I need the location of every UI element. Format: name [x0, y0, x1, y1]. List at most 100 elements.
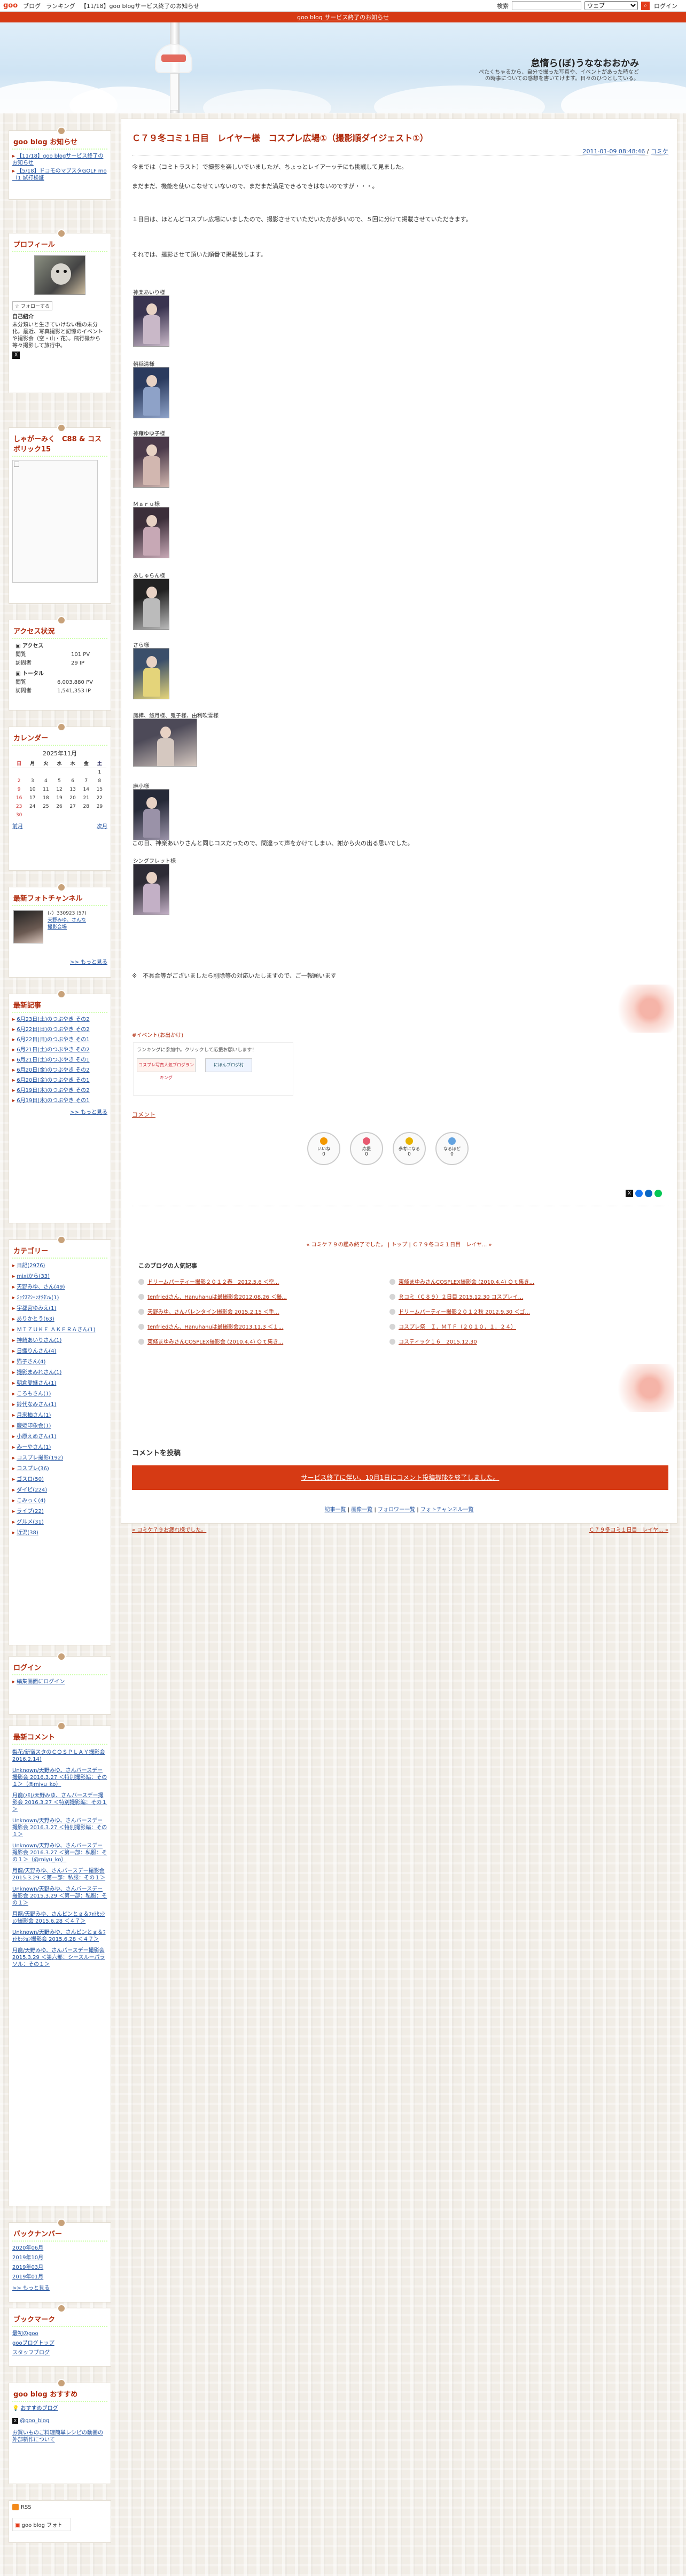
news-item-1[interactable]: 【11/18】goo blogサービス終了のお知らせ [12, 153, 103, 166]
category-link[interactable]: みーやさん(1) [17, 1445, 51, 1450]
backnumber-link[interactable]: 2019年03月 [12, 2265, 43, 2270]
backnumber-link[interactable]: 2019年10月 [12, 2255, 43, 2261]
category-link[interactable]: ゴスロ(50) [17, 1477, 44, 1482]
category-link[interactable]: 神崎あいりさん(1) [17, 1338, 61, 1344]
popular-article-link[interactable]: tenfriedさん、Hanuhanuは最撮影会2013.11.3 ＜１... [138, 1322, 283, 1330]
cosplay-photo[interactable] [133, 367, 169, 418]
reaction-button[interactable]: 応援 0 [350, 1132, 383, 1165]
backnumber-more-link[interactable]: >> もっと見る [12, 2285, 50, 2291]
photochannel-more-link[interactable]: >> もっと見る [70, 959, 107, 965]
popular-article-link[interactable]: Ｒコミ（Ｃ８９）２日目 2015.12.30 コスプレイ... [389, 1292, 523, 1300]
bookmark-link[interactable]: gooブログトップ [12, 2340, 54, 2346]
recent-comment-link[interactable]: 月龍/天野みゆ、さんバースデー撮影会 2015.3.29 ＜第一部：私服：その１… [12, 1868, 105, 1881]
cosplay-photo[interactable] [133, 579, 169, 630]
goo-logo[interactable]: goo [3, 2, 18, 10]
recent-article-link[interactable]: 6月21日(土)のつぶやき その1 [17, 1057, 89, 1063]
recent-comment-link[interactable]: 月龍/天野みゆ、さんバースデー撮影会 2015.3.29 ＜第六部：シースルーパ… [12, 1948, 105, 1968]
bottom-list-link[interactable]: フォロワー一覧 [378, 1507, 415, 1513]
category-link[interactable]: 猫子さん(4) [17, 1359, 45, 1365]
search-icon[interactable]: ⌕ [641, 1, 650, 10]
popular-article-link[interactable]: ドリームパーティー撮影２０１２秋 2012.9.30 ＜ゴ... [389, 1307, 530, 1315]
reaction-button[interactable]: 参考になる 0 [393, 1132, 426, 1165]
category-link[interactable]: 朝倉愛継さん(1) [17, 1380, 56, 1386]
recent-comment-link[interactable]: Unknown/天野みゆ、さんバースデー撮影会 2016.3.27 ＜第一部：私… [12, 1843, 107, 1863]
recommend-link-1[interactable]: おすすめブログ [21, 2406, 58, 2411]
category-link[interactable]: 慶姫印象会(1) [17, 1423, 51, 1429]
reaction-button[interactable]: いいね 0 [307, 1132, 340, 1165]
recent-comment-link[interactable]: Unknown/天野みゆ、さんバースデー撮影会 2016.3.27 ＜特別撮影編… [12, 1768, 107, 1787]
search-input[interactable] [512, 1, 581, 10]
login-link[interactable]: ログイン [654, 2, 677, 10]
bottom-list-link[interactable]: フォトチャンネル一覧 [420, 1507, 474, 1513]
recent-article-link[interactable]: 6月19日(木)のつぶやき その2 [17, 1088, 89, 1094]
reaction-button[interactable]: なるほど 0 [435, 1132, 469, 1165]
photochannel-sub[interactable]: 撮影会場 [48, 925, 67, 930]
popular-article-link[interactable]: 東條まゆみさんCOSPLEX撮影会 (2010.4.4) Ｏｔ集き... [389, 1277, 534, 1285]
category-link[interactable]: ライブ(22) [17, 1509, 44, 1515]
recent-article-link[interactable]: 6月21日(土)のつぶやき その2 [17, 1047, 89, 1053]
line-share-icon[interactable] [654, 1190, 662, 1197]
recent-article-link[interactable]: 6月23日(土)のつぶやき その2 [17, 1017, 89, 1022]
recent-comment-link[interactable]: Unknown/天野みゆ、さんピンとｇ＆ﾌｫﾄｾｯｼｮﾝ撮影会 2015.6.2… [12, 1930, 106, 1942]
cosplay-photo[interactable] [133, 436, 169, 488]
topbar-link-blog[interactable]: ブログ [23, 2, 41, 10]
category-link[interactable]: mixiから(33) [17, 1274, 50, 1279]
article-category[interactable]: コミケ [651, 148, 668, 155]
topbar-link-ranking[interactable]: ランキング [46, 2, 75, 10]
news-item-2[interactable]: 【5/18】ドコモのマブスタGOLF mo（1 試打検証 [12, 168, 107, 181]
x-share-icon[interactable]: X [626, 1190, 633, 1197]
bottom-list-link[interactable]: 画像一覧 [351, 1507, 372, 1513]
comment-closed-link[interactable]: サービス終了に伴い、10月1日にコメント投稿機能を終了しました。 [301, 1474, 500, 1481]
recent-comment-link[interactable]: Unknown/天野みゆ、さんバースデー撮影会 2015.3.29 ＜第一部：私… [12, 1886, 107, 1906]
comment-link[interactable]: コメント [132, 1111, 155, 1119]
cosplay-photo[interactable] [133, 648, 169, 699]
category-link[interactable]: 月来柚さん(1) [17, 1412, 51, 1418]
bottom-list-link[interactable]: 記事一覧 [325, 1507, 346, 1513]
category-link[interactable]: ＭＩＺＵＫＥ ＡＫＥＲＡさん(1) [17, 1327, 95, 1333]
recent-article-link[interactable]: 6月20日(金)のつぶやき その2 [17, 1067, 89, 1073]
article-date[interactable]: 2011-01-09 08:48:46 [582, 148, 645, 155]
category-link[interactable]: 日織りんさん(4) [17, 1348, 56, 1354]
recent-more-link[interactable]: >> もっと見る [70, 1110, 107, 1115]
popular-article-link[interactable]: 天野みゆ、さんバレンタイン撮影会 2015.2.15 ＜手... [138, 1307, 279, 1315]
popular-article-link[interactable]: tenfriedさん、Hanuhanuは最撮影会2012.08.26 ＜撮... [138, 1292, 287, 1300]
category-link[interactable]: 鈴代なみさん(1) [17, 1402, 56, 1408]
edit-login-link[interactable]: 編集画面にログイン [17, 1679, 65, 1685]
category-link[interactable]: ありかとう(63) [17, 1316, 54, 1322]
article-tag[interactable]: #イベント(お出かけ) [132, 1032, 183, 1040]
cosplay-photo[interactable] [133, 295, 169, 347]
popular-article-link[interactable]: ドリームパーティー撮影２０１２春 2012.5.6 ＜空... [138, 1277, 279, 1285]
linkedin-share-icon[interactable] [645, 1190, 652, 1197]
cosplay-photo[interactable] [133, 507, 169, 558]
rss-label[interactable]: RSS [21, 2504, 32, 2510]
category-link[interactable]: 撮影まみれさん(1) [17, 1370, 61, 1376]
recent-article-link[interactable]: 6月20日(金)のつぶやき その1 [17, 1078, 89, 1083]
ranking-button-cosplay[interactable]: コスプレ写真人気ブログランキング [137, 1058, 196, 1080]
popular-article-link[interactable]: コスティック１６ 2015.12.30 [389, 1337, 477, 1345]
backnumber-link[interactable]: 2019年01月 [12, 2274, 43, 2280]
photochannel-thumbnail[interactable] [13, 910, 43, 943]
photochannel-name[interactable]: 天野みゆ、さんな [48, 918, 86, 923]
category-link[interactable]: ﾐｯｸｽﾏｼｰﾝｵｸﾀﾝﾑ(1) [17, 1295, 59, 1301]
recent-article-link[interactable]: 6月22日(日)のつぶやき その1 [17, 1037, 89, 1043]
article-nav[interactable]: « コミケ７９の鑑み終了でした。 | トップ | Ｃ７９冬コミ１日目 レイヤ..… [121, 1240, 677, 1248]
category-link[interactable]: こみっく(4) [17, 1498, 45, 1504]
cosplay-photo[interactable] [133, 719, 197, 767]
goo-blog-photo-badge[interactable]: ▣ goo blog フォト [12, 2518, 71, 2531]
backnumber-link[interactable]: 2020年06月 [12, 2245, 43, 2251]
recent-comment-link[interactable]: 梨花/新宿スタのＣＯＳＰＬＡＹ撮影会 2016.2.14) [12, 1750, 105, 1762]
service-end-link[interactable]: goo blog サービス終了のお知らせ [297, 14, 389, 21]
recent-comment-link[interactable]: Unknown/天野みゆ、さんバースデー撮影会 2016.3.27 ＜特別撮影編… [12, 1818, 107, 1838]
blog-title[interactable]: 怠惰ら(ぼ)うななおおかみ [531, 56, 639, 69]
category-link[interactable]: 小原えめさん(1) [17, 1434, 56, 1440]
facebook-share-icon[interactable] [635, 1190, 643, 1197]
category-link[interactable]: 近況(38) [17, 1530, 38, 1536]
next-article-link[interactable]: Ｃ７９冬コミ１日目 レイヤ... » [589, 1525, 668, 1533]
search-scope-select[interactable]: ウェブ [584, 1, 638, 10]
recommend-link-2[interactable]: @goo_blog [20, 2418, 49, 2424]
follow-button[interactable]: ☆ フォローする [12, 301, 52, 310]
recent-comment-link[interactable]: 月龍/天野みゆ、さんピンとｇ＆ﾌｫﾄｾｯｼｮﾝ撮影会 2015.6.28 ＜４７… [12, 1911, 105, 1924]
popular-article-link[interactable]: 東條まゆみさんCOSPLEX撮影会 (2010.4.4) Ｏｔ集き... [138, 1337, 283, 1345]
category-link[interactable]: 日記(2976) [17, 1263, 45, 1269]
popular-article-link[interactable]: コスプレ祭 Ｉ．ＭＴＦ（２０１０．１．２４） [389, 1322, 516, 1330]
